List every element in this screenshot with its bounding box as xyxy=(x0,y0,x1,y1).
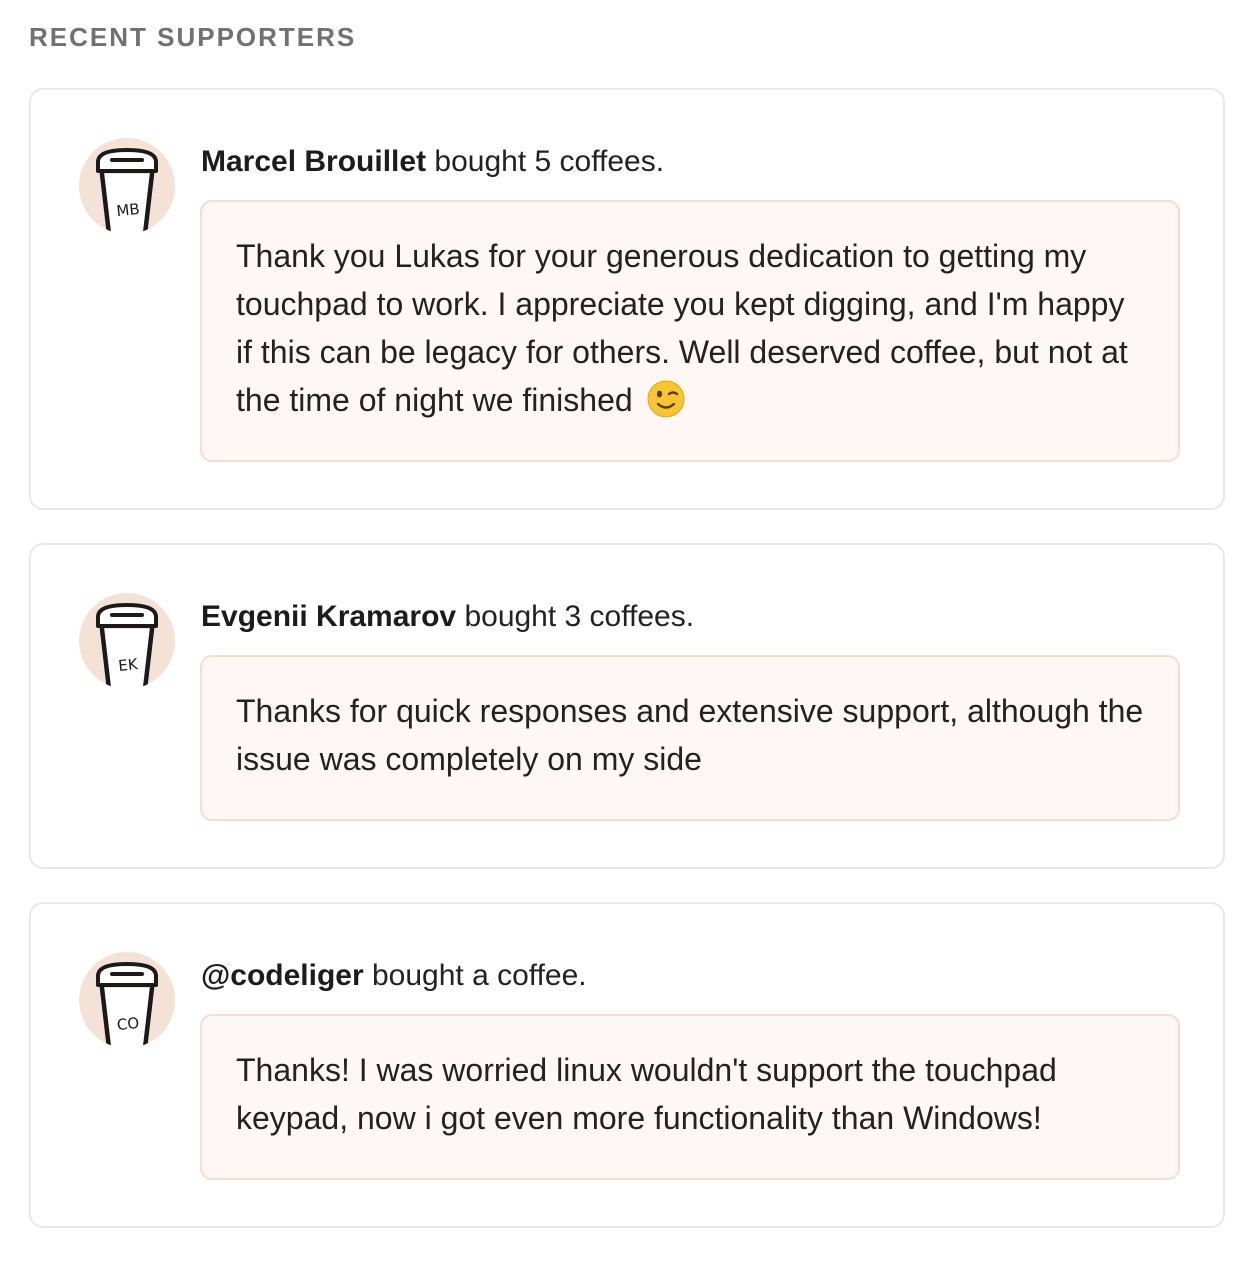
message-text: Thanks! I was worried linux wouldn't sup… xyxy=(236,1052,1057,1136)
coffee-cup-icon: CO xyxy=(96,962,158,1048)
avatar[interactable]: MB xyxy=(79,138,175,234)
avatar[interactable]: EK xyxy=(79,593,175,689)
supporter-message: Thanks for quick responses and extensive… xyxy=(200,655,1180,821)
supporter-headline: Marcel Brouillet bought 5 coffees. xyxy=(201,144,664,180)
supporter-action: bought 5 coffees. xyxy=(426,145,665,178)
supporter-name[interactable]: @codeliger xyxy=(201,959,364,992)
section-title: RECENT SUPPORTERS xyxy=(29,22,357,52)
avatar-initials: CO xyxy=(116,1014,140,1034)
supporter-message: Thank you Lukas for your generous dedica… xyxy=(200,200,1180,462)
message-text: Thanks for quick responses and extensive… xyxy=(236,693,1144,777)
supporter-card: CO @codeliger bought a coffee. Thanks! I… xyxy=(29,902,1225,1228)
supporter-action: bought a coffee. xyxy=(363,959,587,992)
avatar-initials: MB xyxy=(116,200,141,220)
supporter-card: EK Evgenii Kramarov bought 3 coffees. Th… xyxy=(29,543,1225,869)
supporter-name[interactable]: Marcel Brouillet xyxy=(201,145,426,178)
avatar[interactable]: CO xyxy=(79,952,175,1048)
winking-face-icon xyxy=(647,380,685,418)
supporter-headline: @codeliger bought a coffee. xyxy=(201,958,587,994)
supporter-message: Thanks! I was worried linux wouldn't sup… xyxy=(200,1014,1180,1180)
supporter-name[interactable]: Evgenii Kramarov xyxy=(201,600,456,633)
coffee-cup-icon: MB xyxy=(96,148,158,234)
supporter-headline: Evgenii Kramarov bought 3 coffees. xyxy=(201,599,694,635)
coffee-cup-icon: EK xyxy=(96,603,158,689)
supporter-card: MB Marcel Brouillet bought 5 coffees. Th… xyxy=(29,88,1225,510)
avatar-initials: EK xyxy=(117,655,139,675)
supporter-action: bought 3 coffees. xyxy=(456,600,695,633)
